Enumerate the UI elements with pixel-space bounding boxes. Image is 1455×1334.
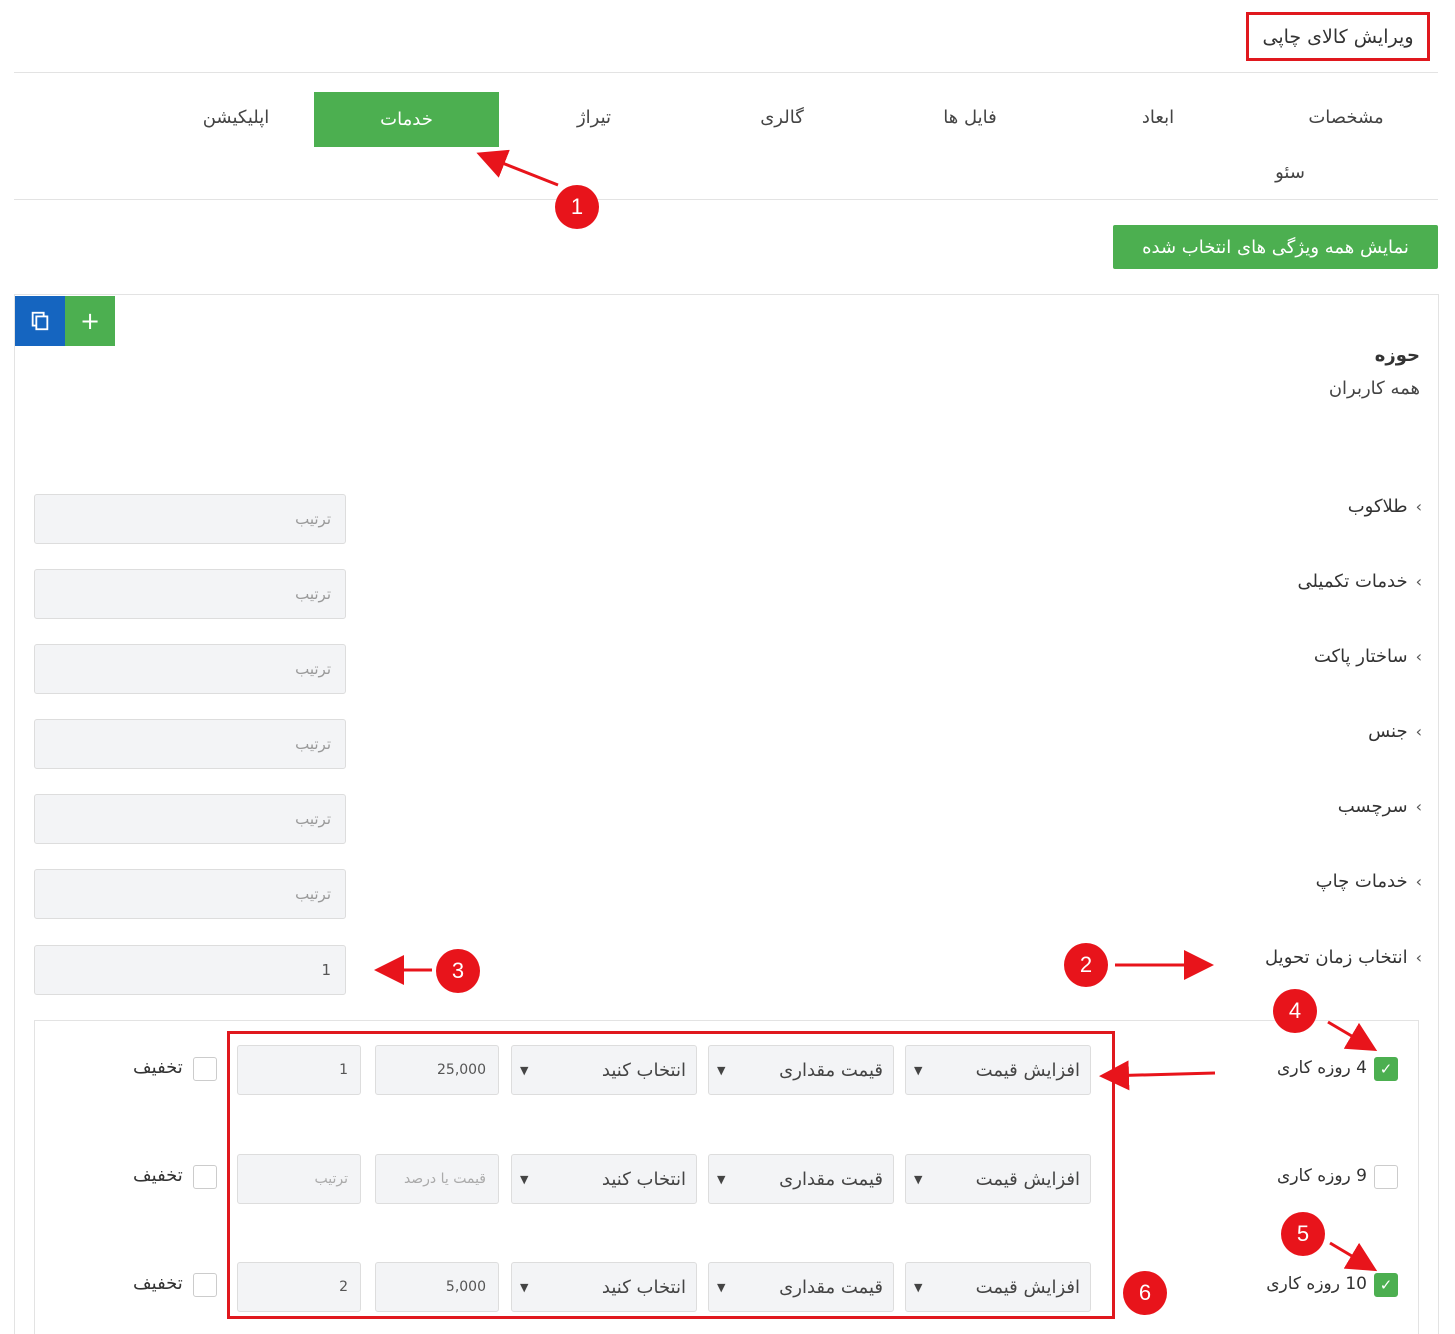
- arrow-1: [476, 149, 559, 187]
- annotation-badge: 5: [1281, 1212, 1325, 1256]
- annotation-badge: 6: [1123, 1271, 1167, 1315]
- annotation-badge: 3: [436, 949, 480, 993]
- annotation-badge: 1: [555, 185, 599, 229]
- annotation-badge: 4: [1273, 989, 1317, 1033]
- arrow-4: [1327, 1020, 1378, 1052]
- annotation-arrows: [374, 149, 1378, 1272]
- arrow-5: [1329, 1241, 1378, 1272]
- arrow-6: [1099, 1060, 1216, 1091]
- annotation-badge: 2: [1064, 943, 1108, 987]
